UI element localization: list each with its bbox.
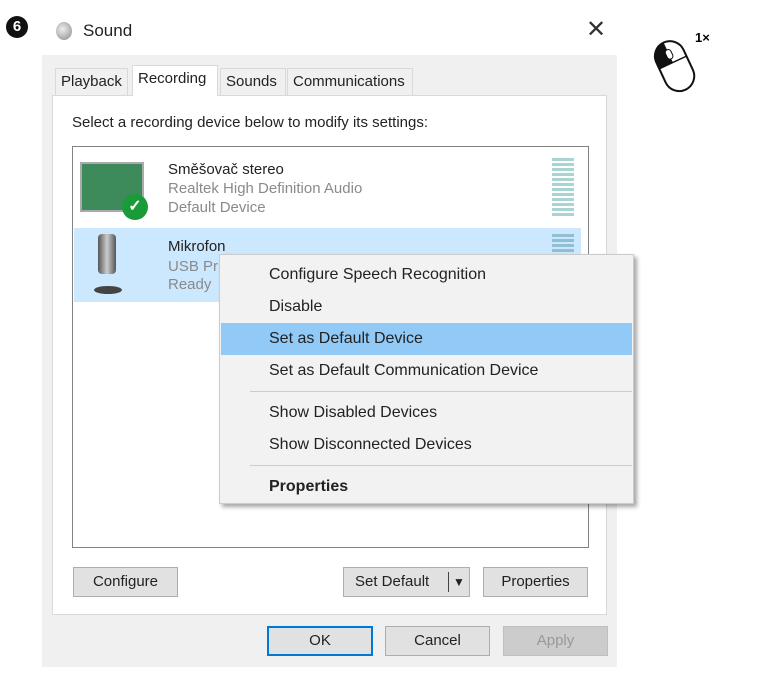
menu-disable[interactable]: Disable [221, 291, 632, 323]
tab-communications[interactable]: Communications [287, 68, 413, 95]
cancel-button[interactable]: Cancel [385, 626, 490, 656]
ok-button[interactable]: OK [267, 626, 373, 656]
context-menu: Configure Speech Recognition Disable Set… [219, 254, 634, 504]
menu-set-default-communication[interactable]: Set as Default Communication Device [221, 355, 632, 387]
apply-button[interactable]: Apply [503, 626, 608, 656]
menu-configure-speech[interactable]: Configure Speech Recognition [221, 259, 632, 291]
split-divider [448, 572, 449, 592]
dropdown-arrow-icon[interactable]: ▼ [453, 568, 465, 596]
menu-separator [250, 465, 632, 466]
set-default-button[interactable]: Set Default ▼ [343, 567, 470, 597]
close-button[interactable]: ✕ [586, 16, 606, 44]
tab-recording[interactable]: Recording [132, 65, 218, 96]
window-title: Sound [83, 21, 133, 40]
microphone-base [94, 286, 122, 294]
set-default-label: Set Default [355, 573, 430, 590]
menu-set-default-device[interactable]: Set as Default Device [221, 323, 632, 355]
level-meter [552, 158, 574, 216]
step-badge: 6 [6, 16, 28, 38]
device-name: Mikrofon [168, 238, 226, 255]
device-status: Default Device [168, 199, 266, 216]
menu-properties[interactable]: Properties [221, 471, 632, 503]
default-check-icon: ✓ [122, 194, 148, 220]
tab-playback[interactable]: Playback [55, 68, 128, 95]
speaker-icon [56, 22, 72, 40]
properties-button[interactable]: Properties [483, 567, 588, 597]
tab-sounds[interactable]: Sounds [220, 68, 286, 95]
level-meter [552, 234, 574, 254]
configure-button[interactable]: Configure [73, 567, 178, 597]
menu-show-disconnected[interactable]: Show Disconnected Devices [221, 429, 632, 461]
click-count: 1× [695, 30, 710, 45]
menu-separator [250, 391, 632, 392]
device-driver: USB Pr [168, 258, 219, 275]
microphone-icon [98, 234, 116, 274]
device-row[interactable]: ✓ Směšovač stereo Realtek High Definitio… [74, 150, 581, 224]
device-name: Směšovač stereo [168, 161, 284, 178]
device-status: Ready [168, 276, 212, 293]
instruction-text: Select a recording device below to modif… [72, 114, 429, 131]
menu-show-disabled[interactable]: Show Disabled Devices [221, 397, 632, 429]
device-driver: Realtek High Definition Audio [168, 180, 363, 197]
